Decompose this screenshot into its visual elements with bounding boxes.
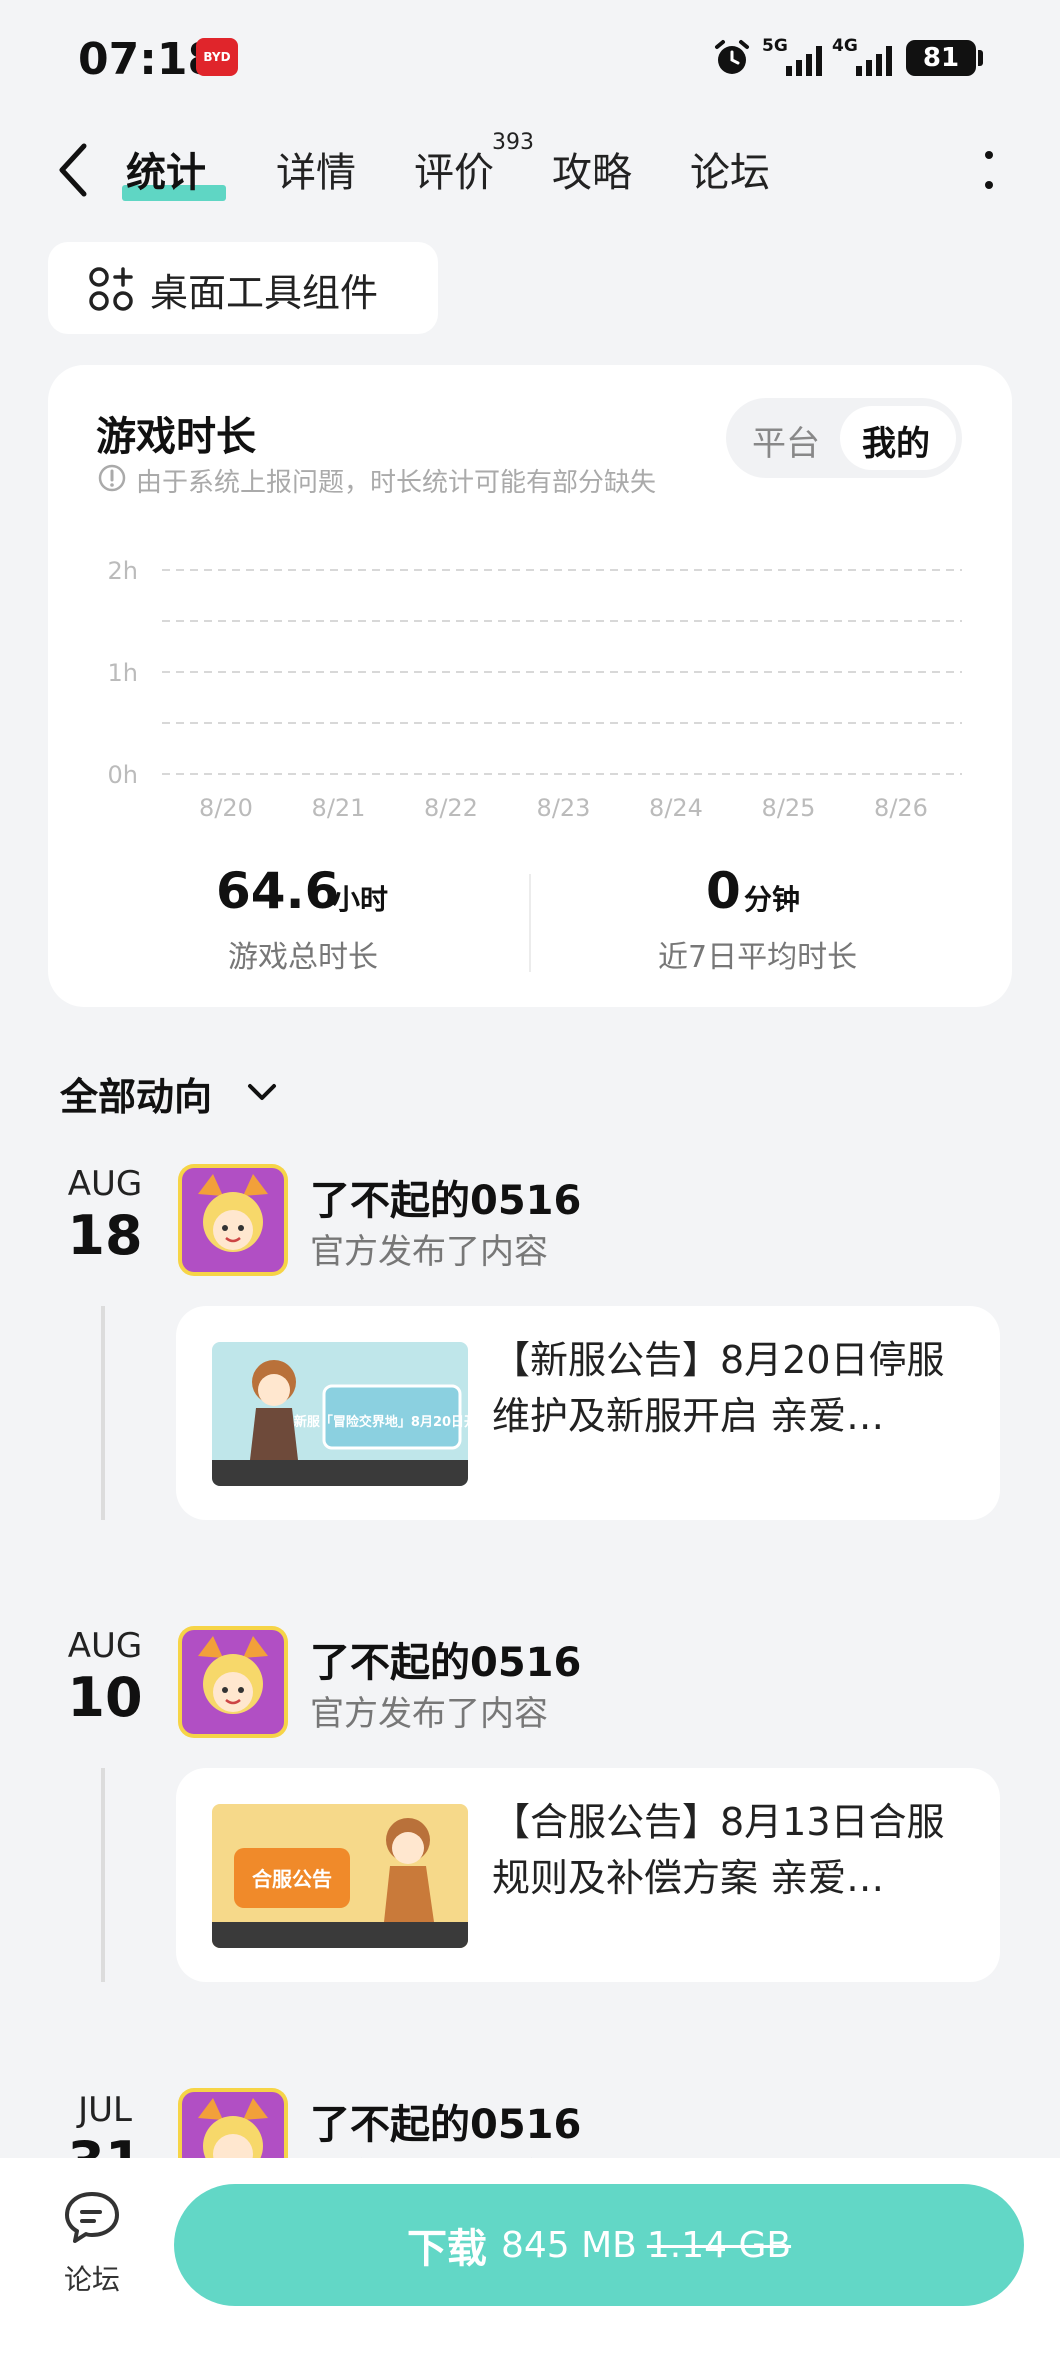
post-action: 官方发布了内容 — [310, 1232, 548, 1272]
stats-divider — [529, 874, 531, 972]
date-day: 10 — [67, 1666, 143, 1729]
feed-filter-title[interactable]: 全部动向 — [60, 1066, 212, 1121]
info-icon — [98, 464, 126, 492]
date-month: AUG — [67, 1626, 143, 1666]
download-label: 下载 — [406, 2226, 487, 2272]
y-tick-label: 2h — [108, 557, 138, 585]
back-arrow-icon[interactable] — [56, 142, 92, 198]
x-tick-label: 8/25 — [762, 794, 816, 822]
total-playtime-label: 游戏总时长 — [228, 940, 378, 975]
chevron-down-icon[interactable] — [244, 1074, 280, 1110]
widget-grid-icon — [89, 267, 133, 311]
total-playtime-unit: 小时 — [332, 883, 389, 916]
y-tick-label: 0h — [108, 761, 138, 789]
data-notice: 由于系统上报问题，时长统计可能有部分缺失 — [136, 468, 657, 498]
publisher-name[interactable]: 了不起的0516 — [310, 2092, 581, 2150]
download-size: 845 MB — [500, 2224, 637, 2266]
x-tick-label: 8/22 — [424, 794, 478, 822]
tab-reviews[interactable]: 评价 — [414, 140, 494, 198]
thumbnail-caption: 新服「冒险交界地」8月20日开启 — [294, 1414, 468, 1430]
review-count-badge: 393 — [492, 130, 534, 155]
publisher-name[interactable]: 了不起的0516 — [310, 1168, 581, 1226]
more-options-icon[interactable] — [984, 150, 994, 190]
forum-label[interactable]: 论坛 — [64, 2258, 120, 2298]
playtime-title: 游戏时长 — [96, 414, 256, 460]
toggle-platform[interactable]: 平台 — [752, 416, 820, 465]
x-tick-label: 8/21 — [312, 794, 366, 822]
post-excerpt: 【新服公告】8月20日停服维护及新服开启 亲爱… — [492, 1338, 945, 1438]
original-size: 1.14 GB — [646, 2224, 792, 2266]
forum-chat-icon[interactable] — [62, 2188, 122, 2248]
toggle-mine[interactable]: 我的 — [862, 416, 930, 465]
carrier-badge: BYD — [196, 38, 238, 76]
date-day: 18 — [67, 1204, 143, 1267]
download-button[interactable]: 下载 845 MB 1.14 GB — [174, 2184, 1024, 2306]
tab-details[interactable]: 详情 — [276, 140, 356, 198]
date-month: AUG — [67, 1164, 143, 1204]
avg-playtime-unit: 分钟 — [744, 883, 801, 916]
publisher-name[interactable]: 了不起的0516 — [310, 1630, 581, 1688]
battery-indicator: 81 — [906, 40, 976, 76]
post-excerpt: 【合服公告】8月13日合服规则及补偿方案 亲爱… — [492, 1800, 945, 1900]
total-playtime-value: 64.6 — [216, 862, 340, 920]
playtime-chart: 2h 1h 0h 8/20 8/21 8/22 8/23 8/24 8/25 8/26 — [108, 557, 962, 822]
tab-forum[interactable]: 论坛 — [690, 140, 770, 198]
timeline-line — [101, 1306, 105, 1520]
status-bar: 07:18 BYD 5G 4G 81 — [0, 0, 1060, 110]
publisher-avatar[interactable] — [178, 1164, 288, 1276]
tab-guides[interactable]: 攻略 — [552, 140, 632, 198]
publisher-avatar[interactable] — [178, 1626, 288, 1738]
y-tick-label: 1h — [108, 659, 138, 687]
date-month: JUL — [78, 2090, 132, 2130]
tab-stats[interactable]: 统计 — [126, 140, 206, 198]
battery-tip — [978, 50, 983, 66]
post-action: 官方发布了内容 — [310, 1694, 548, 1734]
x-tick-label: 8/24 — [649, 794, 703, 822]
widget-button-label: 桌面工具组件 — [150, 271, 379, 315]
avg-playtime-value: 0 — [706, 862, 741, 920]
post-thumbnail: 合服公告 — [212, 1804, 468, 1948]
x-tick-label: 8/23 — [537, 794, 591, 822]
post-thumbnail: 新服「冒险交界地」8月20日开启 — [212, 1342, 468, 1486]
avg-playtime-label: 近7日平均时长 — [658, 940, 858, 975]
alarm-icon — [715, 40, 749, 74]
x-tick-label: 8/20 — [199, 794, 253, 822]
x-tick-label: 8/26 — [874, 794, 928, 822]
thumbnail-caption: 合服公告 — [252, 1867, 332, 1891]
timeline-line — [101, 1768, 105, 1982]
